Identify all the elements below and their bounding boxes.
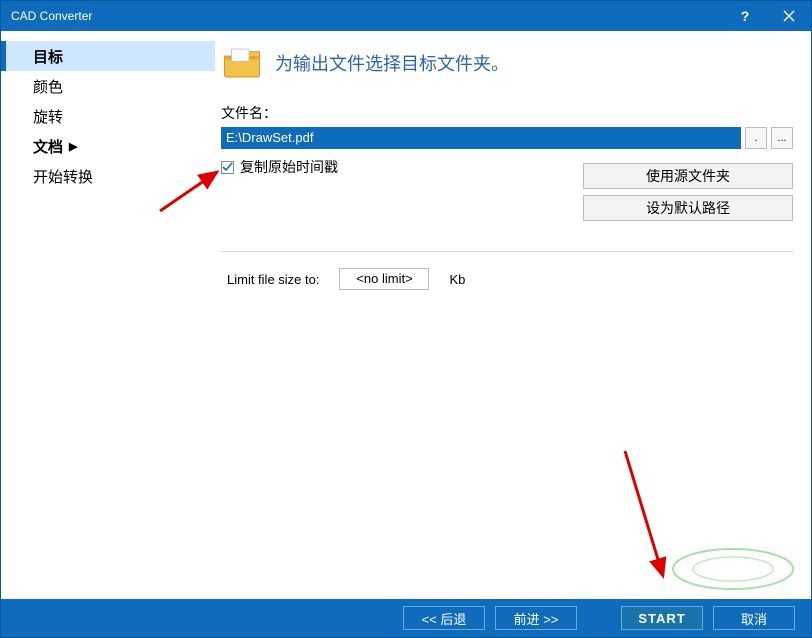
bottom-bar: << 后退 前进 >> START 取消	[1, 599, 811, 637]
copy-timestamp-checkbox[interactable]	[221, 161, 234, 174]
back-button[interactable]: << 后退	[403, 606, 485, 630]
titlebar: CAD Converter ?	[1, 1, 811, 31]
sidebar-item-color[interactable]: 颜色	[1, 71, 215, 101]
use-source-folder-button[interactable]: 使用源文件夹	[583, 163, 793, 189]
set-default-path-button[interactable]: 设为默认路径	[583, 195, 793, 221]
sidebar-item-label: 旋转	[33, 106, 63, 127]
limit-input[interactable]: <no limit>	[339, 268, 429, 290]
sidebar-item-target[interactable]: 目标	[1, 41, 215, 71]
check-icon	[222, 162, 233, 173]
content-panel: 为输出文件选择目标文件夹。 文件名： E:\DrawSet.pdf . ... …	[215, 31, 811, 599]
folder-icon	[221, 45, 263, 81]
watermark	[663, 543, 803, 595]
help-button[interactable]: ?	[723, 1, 767, 31]
browse-button[interactable]: ...	[771, 127, 793, 149]
copy-timestamp-label: 复制原始时间戳	[240, 157, 338, 177]
close-icon	[783, 10, 795, 22]
chevron-right-icon: ▶	[69, 140, 77, 153]
limit-label: Limit file size to:	[227, 272, 319, 287]
sidebar-item-rotate[interactable]: 旋转	[1, 101, 215, 131]
compact-button[interactable]: .	[745, 127, 767, 149]
filename-label: 文件名：	[221, 103, 793, 123]
sidebar: 目标 颜色 旋转 文档 ▶ 开始转换	[1, 31, 215, 599]
filepath-value: E:\DrawSet.pdf	[226, 130, 313, 145]
annotation-arrow	[615, 446, 675, 586]
start-button[interactable]: START	[621, 606, 703, 630]
divider	[221, 251, 793, 252]
sidebar-item-label: 目标	[33, 46, 63, 67]
sidebar-item-document[interactable]: 文档 ▶	[1, 131, 215, 161]
filepath-input[interactable]: E:\DrawSet.pdf	[221, 127, 741, 149]
limit-unit: Kb	[449, 272, 465, 287]
forward-button[interactable]: 前进 >>	[495, 606, 577, 630]
sidebar-item-start[interactable]: 开始转换	[1, 161, 215, 191]
sidebar-item-label: 文档	[33, 136, 63, 157]
close-button[interactable]	[767, 1, 811, 31]
window-title: CAD Converter	[11, 9, 92, 23]
page-heading: 为输出文件选择目标文件夹。	[275, 50, 509, 76]
sidebar-item-label: 开始转换	[33, 166, 93, 187]
sidebar-item-label: 颜色	[33, 76, 63, 97]
cancel-button[interactable]: 取消	[713, 606, 795, 630]
